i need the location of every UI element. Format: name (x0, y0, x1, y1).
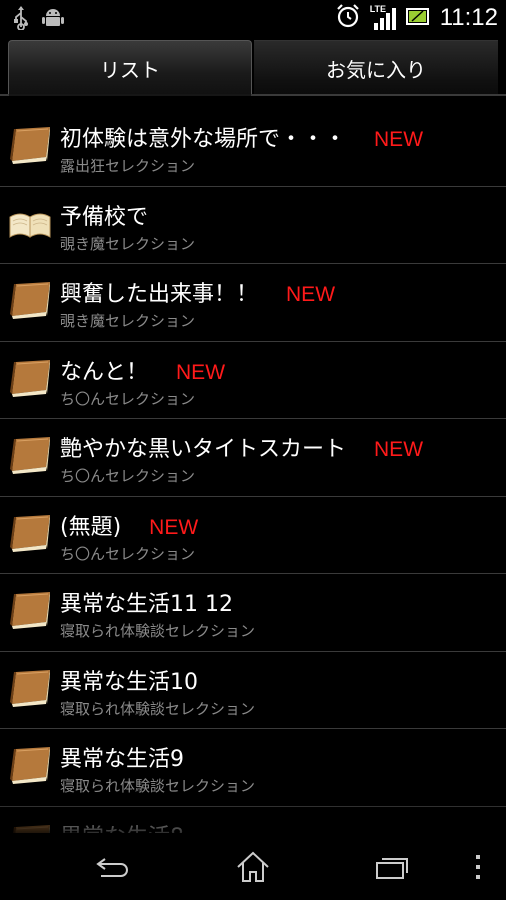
item-title: 異常な生活10 (60, 669, 198, 695)
item-title: (無題) (60, 514, 122, 540)
new-badge: NEW (286, 283, 336, 306)
new-badge: NEW (374, 128, 424, 151)
tab-list[interactable]: リスト (8, 40, 252, 96)
item-title-line: 艶やかな黒いタイトスカート NEW (60, 431, 423, 463)
list-item[interactable]: 初体験は意外な場所で・・・ NEW 露出狂セレクション (0, 109, 506, 187)
item-category: 寝取られ体験談セレクション (60, 777, 256, 795)
item-title: 艶やかな黒いタイトスカート (60, 437, 347, 462)
open-book-icon (8, 203, 52, 243)
item-category: 覗き魔セレクション (60, 234, 196, 253)
item-title: 予備校で (60, 204, 149, 230)
list-item[interactable]: 興奮した出来事！！ NEW 覗き魔セレクション (0, 264, 506, 342)
new-badge: NEW (149, 515, 199, 539)
new-badge: NEW (374, 438, 424, 461)
battery-icon (405, 6, 430, 30)
closed-book-icon (8, 280, 52, 320)
item-category: 寝取られ体験談セレクション (60, 622, 256, 640)
item-title-line: 異常な生活10 (60, 664, 198, 696)
item-title-line: 初体験は意外な場所で・・・ NEW (60, 121, 423, 153)
item-title-line: 異常な生活9 (60, 741, 184, 773)
list-item[interactable]: 異常な生活10 寝取られ体験談セレクション (0, 652, 506, 729)
item-category: ち〇んセレクション (60, 467, 196, 485)
list-item[interactable]: 異常な生活9 寝取られ体験談セレクション (0, 729, 506, 807)
tab-favorites-label: お気に入り (326, 58, 426, 82)
item-category: 露出狂セレクション (60, 157, 196, 175)
list-item[interactable]: なんと！ NEW ち〇んセレクション (0, 342, 506, 419)
closed-book-icon (8, 513, 52, 553)
item-title-line: 予備校で (60, 199, 148, 231)
item-title: 興奮した出来事！！ (60, 282, 259, 307)
item-title-line: 興奮した出来事！！ NEW (60, 276, 335, 308)
item-category: ち〇んセレクション (60, 544, 196, 563)
tab-bar: リスト お気に入り (0, 36, 506, 96)
item-category: ち〇んセレクション (60, 389, 196, 408)
navigation-bar (0, 833, 506, 900)
back-icon[interactable] (88, 847, 136, 887)
new-badge: NEW (176, 360, 226, 384)
item-title: 初体験は意外な場所で・・・ (60, 127, 347, 152)
status-bar: LTE 11:12 (0, 0, 506, 36)
item-category: 寝取られ体験談セレクション (60, 699, 256, 718)
closed-book-icon (8, 358, 52, 398)
home-icon[interactable] (229, 847, 277, 887)
closed-book-icon (8, 435, 52, 475)
closed-book-icon (8, 668, 52, 708)
android-debug-icon (42, 7, 64, 33)
usb-icon (14, 6, 28, 34)
item-category: 覗き魔セレクション (60, 312, 196, 330)
overflow-menu-icon[interactable] (456, 847, 500, 887)
alarm-icon (336, 4, 360, 32)
closed-book-icon (8, 125, 52, 165)
tab-list-label: リスト (100, 58, 160, 82)
clock: 11:12 (439, 4, 498, 31)
item-title: なんと！ (60, 359, 149, 385)
list-item[interactable]: 艶やかな黒いタイトスカート NEW ち〇んセレクション (0, 419, 506, 497)
item-title: 異常な生活9 (60, 747, 184, 772)
item-title-line: 異常な生活11 12 (60, 586, 233, 618)
active-tab-indicator (9, 94, 251, 96)
item-title-line: (無題) NEW (60, 509, 198, 541)
list-item[interactable]: (無題) NEW ち〇んセレクション (0, 497, 506, 574)
tab-favorites[interactable]: お気に入り (254, 40, 498, 96)
item-title: 異常な生活11 12 (60, 592, 233, 617)
recent-apps-icon[interactable] (368, 847, 416, 887)
item-title-line: なんと！ NEW (60, 354, 225, 386)
list-item[interactable]: 異常な生活11 12 寝取られ体験談セレクション (0, 574, 506, 652)
closed-book-icon (8, 745, 52, 785)
list-item[interactable]: 予備校で覗き魔セレクション (0, 187, 506, 264)
story-list[interactable]: 初体験は意外な場所で・・・ NEW 露出狂セレクション 予備校で 覗き魔セレクション 興奮… (0, 109, 506, 833)
signal-icon: LTE (370, 4, 396, 30)
closed-book-icon (8, 590, 52, 630)
